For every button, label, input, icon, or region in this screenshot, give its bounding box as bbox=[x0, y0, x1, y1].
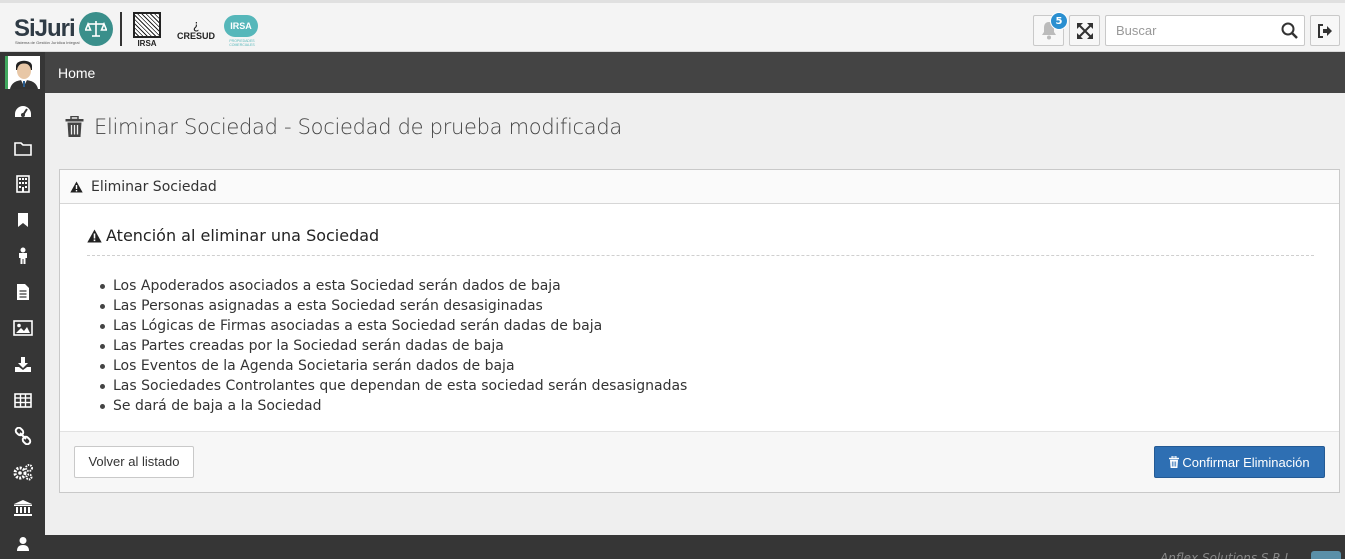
sijuri-logo[interactable]: SiJuri Sistema de Gestión Jurídica Integ… bbox=[14, 10, 113, 48]
brand-subtitle: Sistema de Gestión Jurídica Integral bbox=[15, 40, 80, 45]
scale-icon bbox=[78, 12, 113, 46]
sidebar-item-dashboard[interactable] bbox=[0, 94, 45, 130]
notification-badge: 5 bbox=[1050, 12, 1068, 30]
panel-heading-text: Eliminar Sociedad bbox=[91, 178, 217, 195]
sidebar bbox=[0, 52, 45, 559]
warning-title-text: Atención al eliminar una Sociedad bbox=[106, 226, 380, 245]
link-icon bbox=[14, 427, 31, 445]
download-icon bbox=[14, 356, 31, 372]
list-item: Las Personas asignadas a esta Sociedad s… bbox=[98, 296, 687, 316]
sidebar-item-downloads[interactable] bbox=[0, 346, 45, 382]
sidebar-item-images[interactable] bbox=[0, 310, 45, 346]
page-title: Eliminar Sociedad - Sociedad de prueba m… bbox=[65, 115, 622, 139]
sidebar-item-documents[interactable] bbox=[0, 274, 45, 310]
confirm-delete-label: Confirmar Eliminación bbox=[1182, 454, 1310, 470]
sidebar-item-institutions[interactable] bbox=[0, 490, 45, 526]
list-item: Las Lógicas de Firmas asociadas a esta S… bbox=[98, 316, 687, 336]
avatar[interactable] bbox=[5, 56, 40, 89]
trash-icon bbox=[65, 116, 84, 137]
person-icon bbox=[18, 247, 27, 264]
list-item: Se dará de baja a la Sociedad bbox=[98, 396, 687, 416]
irsa-logo: IRSA bbox=[133, 12, 161, 48]
divider bbox=[87, 255, 1314, 256]
delete-panel: Eliminar Sociedad Atención al eliminar u… bbox=[59, 169, 1340, 493]
irsa-logo-label: IRSA bbox=[137, 39, 157, 48]
footer-text: Anflex Solutions S.R.L. bbox=[1160, 551, 1295, 559]
sidebar-item-folders[interactable] bbox=[0, 130, 45, 166]
file-icon bbox=[16, 284, 29, 300]
sidebar-item-users[interactable] bbox=[0, 526, 45, 559]
notifications-button[interactable]: 5 bbox=[1033, 12, 1068, 46]
irsa-comerciales-logo: IRSA PROPIEDADES COMERCIALES bbox=[224, 15, 260, 47]
consequences-list: Los Apoderados asociados a esta Sociedad… bbox=[98, 276, 687, 416]
search-input[interactable] bbox=[1106, 16, 1276, 45]
sidebar-item-tables[interactable] bbox=[0, 382, 45, 418]
back-to-list-button[interactable]: Volver al listado bbox=[74, 446, 194, 478]
sidebar-item-companies[interactable] bbox=[0, 166, 45, 202]
breadcrumb: Home bbox=[45, 52, 1345, 93]
logo-divider bbox=[120, 12, 122, 46]
bookmark-icon bbox=[17, 213, 28, 227]
sidebar-item-bookmarks[interactable] bbox=[0, 202, 45, 238]
cresud-logo-label: CRESUD bbox=[176, 31, 215, 41]
irsa-comerciales-label: IRSA bbox=[224, 15, 258, 37]
list-item: Los Eventos de la Agenda Societaria será… bbox=[98, 356, 687, 376]
cresud-logo: ¿ CRESUD bbox=[174, 19, 218, 41]
gears-icon bbox=[13, 464, 33, 481]
trash-icon bbox=[1169, 456, 1180, 468]
image-icon bbox=[12, 320, 33, 336]
page-footer: Anflex Solutions S.R.L. bbox=[45, 535, 1345, 559]
dashboard-icon bbox=[14, 106, 31, 117]
search-icon[interactable] bbox=[1281, 22, 1298, 43]
sidebar-item-links[interactable] bbox=[0, 418, 45, 454]
building-icon bbox=[15, 175, 30, 193]
page-title-text: Eliminar Sociedad - Sociedad de prueba m… bbox=[94, 115, 622, 139]
breadcrumb-home[interactable]: Home bbox=[58, 65, 95, 81]
warning-title: Atención al eliminar una Sociedad bbox=[87, 226, 379, 245]
confirm-delete-button[interactable]: Confirmar Eliminación bbox=[1154, 446, 1325, 478]
bank-icon bbox=[13, 500, 32, 516]
top-header: SiJuri Sistema de Gestión Jurídica Integ… bbox=[0, 0, 1345, 52]
user-icon bbox=[16, 537, 29, 551]
table-icon bbox=[13, 392, 32, 408]
warning-icon bbox=[70, 181, 83, 192]
list-item: Los Apoderados asociados a esta Sociedad… bbox=[98, 276, 687, 296]
sign-out-icon bbox=[1318, 23, 1332, 38]
search-box bbox=[1105, 15, 1305, 46]
panel-heading: Eliminar Sociedad bbox=[60, 170, 1339, 204]
sidebar-item-persons[interactable] bbox=[0, 238, 45, 274]
panel-footer: Volver al listado Confirmar Eliminación bbox=[60, 431, 1339, 492]
logout-button[interactable] bbox=[1310, 15, 1340, 46]
fullscreen-button[interactable] bbox=[1069, 15, 1100, 46]
list-item: Las Partes creadas por la Sociedad serán… bbox=[98, 336, 687, 356]
folder-icon bbox=[13, 141, 32, 156]
list-item: Las Sociedades Controlantes que dependan… bbox=[98, 376, 687, 396]
brand-name: SiJuri bbox=[14, 15, 76, 42]
expand-icon bbox=[1076, 22, 1093, 39]
irsa-comerciales-sub: PROPIEDADES COMERCIALES bbox=[229, 39, 255, 47]
warning-icon bbox=[87, 229, 102, 242]
scroll-top-button[interactable] bbox=[1311, 551, 1341, 559]
sidebar-item-settings[interactable] bbox=[0, 454, 45, 490]
